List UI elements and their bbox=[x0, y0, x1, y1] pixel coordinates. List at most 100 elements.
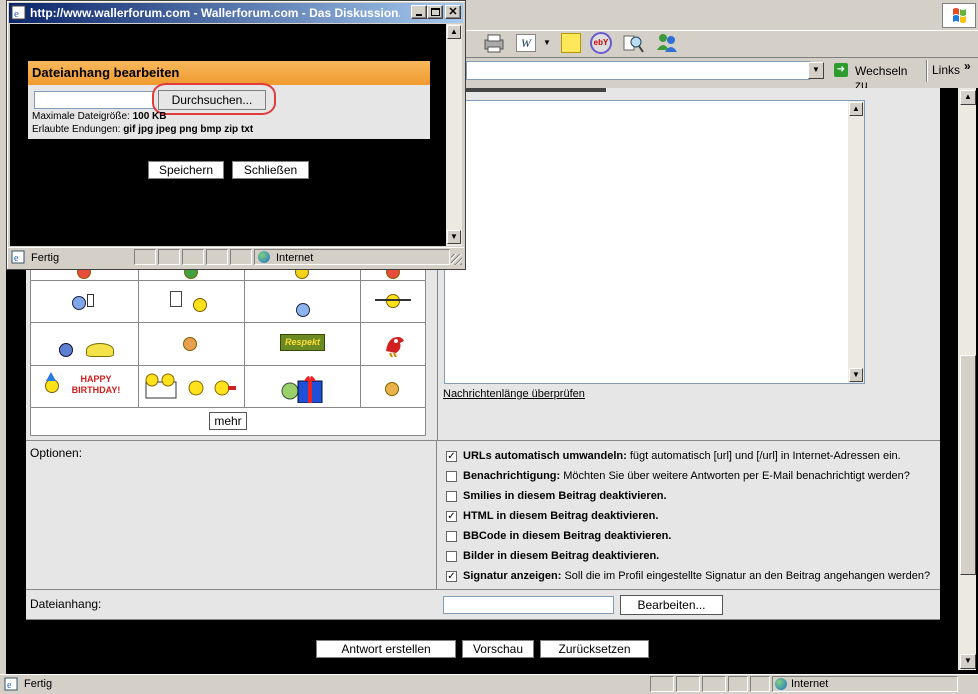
option-checkbox[interactable] bbox=[446, 491, 457, 502]
browser-zone-text: Internet bbox=[791, 678, 829, 690]
option-label-bold: Signatur anzeigen: bbox=[463, 570, 562, 582]
option-label-bold: Bilder in diesem Beitrag deaktivieren. bbox=[463, 550, 660, 562]
option-checkbox[interactable] bbox=[446, 471, 457, 482]
research-icon[interactable] bbox=[622, 32, 644, 54]
browser-status-text: Fertig bbox=[24, 678, 53, 690]
allowed-value: gif jpg jpeg png bmp zip txt bbox=[123, 124, 254, 135]
ie-window-icon: e bbox=[11, 5, 27, 21]
close-window-button[interactable]: ✕ bbox=[445, 5, 461, 19]
option-checkbox[interactable]: ✓ bbox=[446, 451, 457, 462]
address-dropdown-button[interactable]: ▼ bbox=[808, 62, 824, 79]
popup-scroll-down[interactable]: ▼ bbox=[447, 230, 461, 244]
smiley-icon[interactable] bbox=[183, 337, 197, 351]
option-checkbox[interactable]: ✓ bbox=[446, 571, 457, 582]
check-length-link[interactable]: Nachrichtenlänge überprüfen bbox=[443, 388, 585, 400]
popup-scrollbar[interactable] bbox=[446, 24, 462, 246]
attachment-edit-button[interactable]: Bearbeiten... bbox=[620, 595, 723, 615]
status-panel bbox=[728, 676, 748, 692]
max-size-value: 100 KB bbox=[132, 111, 167, 122]
windows-logo-icon bbox=[942, 3, 976, 28]
status-panel bbox=[230, 249, 252, 265]
close-button[interactable]: Schließen bbox=[232, 161, 309, 179]
option-label-bold: URLs automatisch umwandeln: bbox=[463, 450, 627, 462]
option-checkbox[interactable] bbox=[446, 531, 457, 542]
grid-line bbox=[138, 262, 139, 407]
address-bar[interactable] bbox=[466, 61, 810, 80]
file-path-input[interactable] bbox=[34, 91, 154, 109]
birthday-text: HAPPY BIRTHDAY! bbox=[71, 374, 121, 395]
minimize-icon bbox=[416, 14, 422, 16]
resize-grip-icon[interactable] bbox=[451, 254, 462, 265]
toolbar-separator bbox=[466, 57, 978, 58]
messenger-icon[interactable] bbox=[655, 32, 679, 54]
minimize-button[interactable] bbox=[411, 5, 427, 19]
message-textarea[interactable] bbox=[444, 100, 865, 384]
notes-icon[interactable] bbox=[561, 33, 581, 53]
max-size-line: Maximale Dateigröße: 100 KB bbox=[32, 111, 167, 122]
option-label: HTML in diesem Beitrag deaktivieren. bbox=[463, 510, 658, 522]
wings-icon bbox=[375, 299, 411, 301]
print-icon[interactable] bbox=[482, 32, 506, 54]
scroll-thumb[interactable] bbox=[960, 355, 976, 575]
smiley-icon[interactable] bbox=[59, 343, 73, 357]
links-label: Links bbox=[932, 63, 961, 77]
option-checkbox[interactable] bbox=[446, 551, 457, 562]
grid-line bbox=[30, 322, 426, 323]
scroll-down-button[interactable]: ▼ bbox=[960, 654, 976, 669]
party-hat-icon bbox=[46, 372, 56, 381]
page-done-icon: e bbox=[4, 677, 18, 691]
submit-reply-button[interactable]: Antwort erstellen bbox=[316, 640, 456, 658]
max-size-label: Maximale Dateigröße: bbox=[32, 111, 130, 122]
red-bird-icon[interactable] bbox=[380, 331, 406, 358]
smiley-icon[interactable] bbox=[193, 298, 207, 312]
option-label-text: Soll die im Profil eingestellte Signatur… bbox=[561, 570, 931, 582]
smiley-icon[interactable] bbox=[296, 303, 310, 317]
thumbs-up-smiley-icon[interactable] bbox=[72, 296, 86, 310]
options-label: Optionen: bbox=[30, 446, 83, 460]
reset-button[interactable]: Zurücksetzen bbox=[540, 640, 649, 658]
option-label-text: fügt automatisch [url] und [/url] in Int… bbox=[626, 450, 901, 462]
option-label: URLs automatisch umwandeln: fügt automat… bbox=[463, 450, 901, 462]
status-panel bbox=[750, 676, 770, 692]
popup-title: http://www.wallerforum.com - Wallerforum… bbox=[30, 6, 400, 20]
status-panel bbox=[134, 249, 156, 265]
cup-icon[interactable] bbox=[170, 291, 182, 307]
band-smileys-icon[interactable] bbox=[142, 372, 238, 402]
links-button[interactable]: Links » bbox=[932, 59, 971, 77]
party-smiley-icon[interactable] bbox=[45, 379, 59, 393]
attachment-panel-header: Dateianhang bearbeiten bbox=[28, 61, 430, 85]
grid-line bbox=[30, 407, 426, 408]
gift-smiley-icon[interactable] bbox=[280, 371, 326, 404]
grid-line bbox=[30, 280, 426, 281]
option-label-bold: Benachrichtigung: bbox=[463, 470, 561, 482]
allowed-label: Erlaubte Endungen: bbox=[32, 124, 121, 135]
maximize-button[interactable] bbox=[427, 5, 443, 19]
allowed-line: Erlaubte Endungen: gif jpg jpeg png bmp … bbox=[32, 124, 253, 135]
go-button[interactable]: ➜ Wechseln zu bbox=[830, 60, 920, 92]
ebay-icon[interactable]: ebY bbox=[590, 32, 612, 54]
status-panel bbox=[702, 676, 726, 692]
save-button[interactable]: Speichern bbox=[148, 161, 224, 179]
svg-text:e: e bbox=[14, 8, 19, 20]
option-checkbox[interactable]: ✓ bbox=[446, 511, 457, 522]
grid-line bbox=[244, 262, 245, 407]
attachment-input[interactable] bbox=[443, 596, 614, 614]
flying-smiley-icon[interactable] bbox=[386, 294, 400, 308]
scroll-up-button[interactable]: ▲ bbox=[960, 90, 976, 105]
grid-line bbox=[30, 365, 426, 366]
respekt-badge[interactable]: Respekt bbox=[280, 334, 325, 351]
lying-smiley-icon[interactable] bbox=[86, 343, 114, 357]
dropdown-arrow-icon[interactable]: ▼ bbox=[543, 38, 551, 47]
close-icon: ✕ bbox=[448, 6, 458, 18]
popup-scroll-up[interactable]: ▲ bbox=[447, 25, 461, 39]
highlight-circle bbox=[152, 83, 276, 115]
smiley-icon[interactable] bbox=[385, 382, 399, 396]
textarea-scroll-up[interactable]: ▲ bbox=[849, 102, 863, 116]
textarea-scroll-down[interactable]: ▼ bbox=[849, 368, 863, 382]
preview-button[interactable]: Vorschau bbox=[462, 640, 534, 658]
textarea-scrollbar[interactable] bbox=[848, 101, 864, 383]
status-panel bbox=[676, 676, 700, 692]
edit-word-icon[interactable]: W bbox=[516, 34, 536, 52]
more-smilies-button[interactable]: mehr bbox=[209, 412, 247, 430]
toolbar-separator bbox=[466, 30, 978, 31]
